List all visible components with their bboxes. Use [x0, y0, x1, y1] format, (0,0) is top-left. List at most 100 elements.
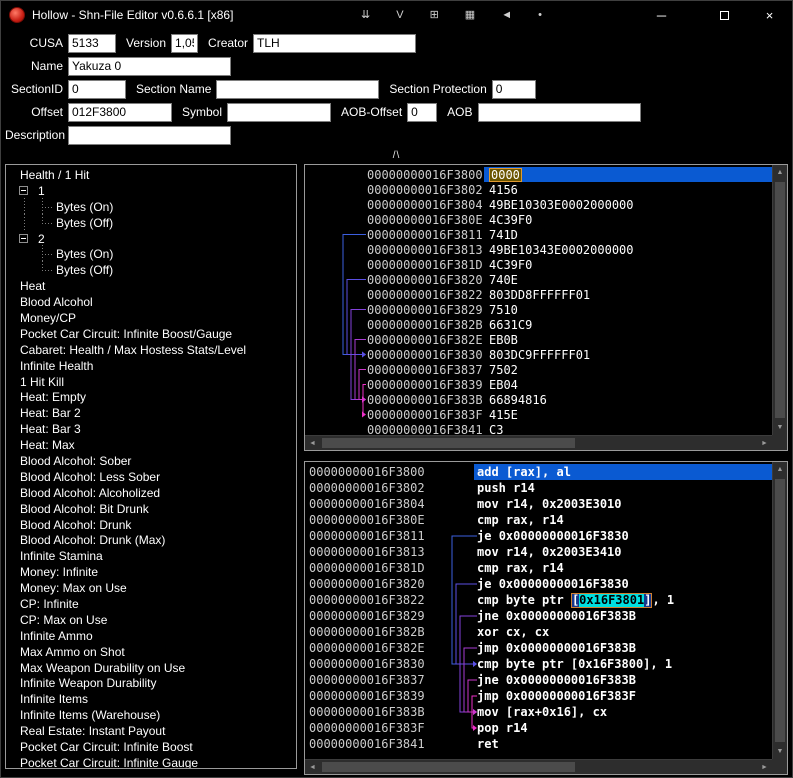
hex-row[interactable]: 00000000016F3820740E: [305, 272, 772, 287]
cusa-input[interactable]: [68, 34, 116, 53]
tree-item[interactable]: Blood Alcohol: Drunk (Max): [6, 532, 296, 548]
panel-splitter[interactable]: [297, 163, 304, 777]
hex-vscroll-thumb[interactable]: [775, 182, 785, 418]
tree-item[interactable]: Money: Max on Use: [6, 580, 296, 596]
disasm-row[interactable]: 00000000016F382Ejmp 0x00000000016F383B: [305, 640, 772, 656]
aob-input[interactable]: [478, 103, 641, 122]
grid-icon[interactable]: ▦: [465, 10, 475, 21]
aob-offset-input[interactable]: [407, 103, 437, 122]
hex-row[interactable]: 00000000016F382EEB0B: [305, 332, 772, 347]
disasm-row[interactable]: 00000000016F3820je 0x00000000016F3830: [305, 576, 772, 592]
tree-item[interactable]: Blood Alcohol: [6, 294, 296, 310]
window-icon[interactable]: ⊞: [430, 10, 439, 21]
tree-item[interactable]: 1: [6, 183, 296, 199]
version-input[interactable]: [171, 34, 198, 53]
tree-item[interactable]: Infinite Weapon Durability: [6, 676, 296, 692]
disasm-row[interactable]: 00000000016F381Dcmp rax, r14: [305, 560, 772, 576]
splitter-collapse-handle[interactable]: /\: [393, 151, 401, 161]
tree-item[interactable]: Cabaret: Health / Max Hostess Stats/Leve…: [6, 342, 296, 358]
disasm-vscroll-thumb[interactable]: [775, 479, 785, 742]
tree-item[interactable]: Money/CP: [6, 310, 296, 326]
disasm-row[interactable]: 00000000016F3841ret: [305, 736, 772, 752]
scroll-down-icon[interactable]: ▼: [773, 420, 787, 435]
scroll-up-icon[interactable]: ▲: [773, 462, 787, 477]
disasm-row[interactable]: 00000000016F3837jne 0x00000000016F383B: [305, 672, 772, 688]
disasm-row[interactable]: 00000000016F383Fpop r14: [305, 720, 772, 736]
tree-item[interactable]: Blood Alcohol: Bit Drunk: [6, 501, 296, 517]
tree-item[interactable]: Pocket Car Circuit: Infinite Gauge: [6, 755, 296, 769]
hex-hscroll-track[interactable]: [320, 436, 757, 450]
hex-row[interactable]: 00000000016F381349BE10343E0002000000: [305, 242, 772, 257]
name-input[interactable]: [68, 57, 231, 76]
section-protection-input[interactable]: [492, 80, 536, 99]
disasm-row[interactable]: 00000000016F3811je 0x00000000016F3830: [305, 528, 772, 544]
tree-item[interactable]: Max Ammo on Shot: [6, 644, 296, 660]
hex-vertical-scrollbar[interactable]: ▲ ▼: [772, 165, 787, 435]
hex-row[interactable]: 00000000016F383F415E: [305, 407, 772, 422]
disasm-row[interactable]: 00000000016F3802push r14: [305, 480, 772, 496]
symbol-input[interactable]: [227, 103, 331, 122]
section-name-input[interactable]: [216, 80, 379, 99]
hex-row[interactable]: 00000000016F38024156: [305, 182, 772, 197]
section-id-input[interactable]: [68, 80, 126, 99]
tree-item[interactable]: Infinite Health: [6, 358, 296, 374]
tree-item[interactable]: Pocket Car Circuit: Infinite Boost/Gauge: [6, 326, 296, 342]
tree-item[interactable]: Heat: Empty: [6, 389, 296, 405]
tree-item[interactable]: Heat: Bar 3: [6, 421, 296, 437]
collapse-toggle-icon[interactable]: [19, 186, 28, 195]
disasm-row[interactable]: 00000000016F3800add [rax], al: [305, 464, 772, 480]
scroll-up-icon[interactable]: ▲: [773, 165, 787, 180]
download-icon[interactable]: ⇊: [361, 10, 370, 21]
hex-row[interactable]: 00000000016F380449BE10303E0002000000: [305, 197, 772, 212]
hex-hscroll-thumb[interactable]: [322, 438, 575, 448]
collapse-toggle-icon[interactable]: [19, 234, 28, 243]
disasm-row[interactable]: 00000000016F3829jne 0x00000000016F383B: [305, 608, 772, 624]
highlighted-operand[interactable]: [0x16F3801]: [571, 593, 653, 608]
hex-row[interactable]: 00000000016F3830803DC9FFFFFF01: [305, 347, 772, 362]
hex-row[interactable]: 00000000016F38000000: [305, 167, 772, 182]
hex-row[interactable]: 00000000016F3811741D: [305, 227, 772, 242]
tree-item[interactable]: 1 Hit Kill: [6, 374, 296, 390]
hex-row[interactable]: 00000000016F38297510: [305, 302, 772, 317]
tree-item[interactable]: Bytes (Off): [6, 262, 296, 278]
tree-item[interactable]: Money: Infinite: [6, 564, 296, 580]
disasm-horizontal-scrollbar[interactable]: ◄ ►: [305, 759, 772, 774]
dot-icon[interactable]: •: [538, 10, 542, 21]
hex-row[interactable]: 00000000016F382B6631C9: [305, 317, 772, 332]
disasm-row[interactable]: 00000000016F3822cmp byte ptr [0x16F3801]…: [305, 592, 772, 608]
tree-item[interactable]: Infinite Items (Warehouse): [6, 707, 296, 723]
tree-item[interactable]: Heat: Max: [6, 437, 296, 453]
creator-input[interactable]: [253, 34, 416, 53]
tree-item[interactable]: Infinite Stamina: [6, 548, 296, 564]
disasm-row[interactable]: 00000000016F3830cmp byte ptr [0x16F3800]…: [305, 656, 772, 672]
disasm-vertical-scrollbar[interactable]: ▲ ▼: [772, 462, 787, 759]
tree-item[interactable]: Real Estate: Instant Payout: [6, 723, 296, 739]
tree-item[interactable]: Blood Alcohol: Sober: [6, 453, 296, 469]
tree-item[interactable]: Bytes (On): [6, 199, 296, 215]
disasm-row[interactable]: 00000000016F382Bxor cx, cx: [305, 624, 772, 640]
tree-item[interactable]: Heat: [6, 278, 296, 294]
tree-item[interactable]: Infinite Items: [6, 691, 296, 707]
scroll-right-icon[interactable]: ►: [757, 760, 772, 775]
description-input[interactable]: [68, 126, 231, 145]
tree-item[interactable]: CP: Infinite: [6, 596, 296, 612]
scroll-left-icon[interactable]: ◄: [305, 760, 320, 775]
close-button[interactable]: ×: [747, 1, 792, 29]
maximize-button[interactable]: [702, 1, 747, 29]
tree-item[interactable]: Pocket Car Circuit: Infinite Boost: [6, 739, 296, 755]
hex-row[interactable]: 00000000016F3841C3: [305, 422, 772, 435]
tree-item[interactable]: 2: [6, 231, 296, 247]
disasm-row[interactable]: 00000000016F3804mov r14, 0x2003E3010: [305, 496, 772, 512]
disasm-row[interactable]: 00000000016F380Ecmp rax, r14: [305, 512, 772, 528]
hex-row[interactable]: 00000000016F383B66894816: [305, 392, 772, 407]
hex-row[interactable]: 00000000016F38377502: [305, 362, 772, 377]
tree-item[interactable]: Bytes (On): [6, 246, 296, 262]
hex-vscroll-track[interactable]: [773, 180, 787, 420]
disasm-row[interactable]: 00000000016F3839jmp 0x00000000016F383F: [305, 688, 772, 704]
tree-item[interactable]: Blood Alcohol: Drunk: [6, 517, 296, 533]
hex-row[interactable]: 00000000016F380E4C39F0: [305, 212, 772, 227]
disasm-vscroll-track[interactable]: [773, 477, 787, 744]
wand-icon[interactable]: V: [396, 10, 403, 21]
tree-item[interactable]: Heat: Bar 2: [6, 405, 296, 421]
hex-row[interactable]: 00000000016F381D4C39F0: [305, 257, 772, 272]
